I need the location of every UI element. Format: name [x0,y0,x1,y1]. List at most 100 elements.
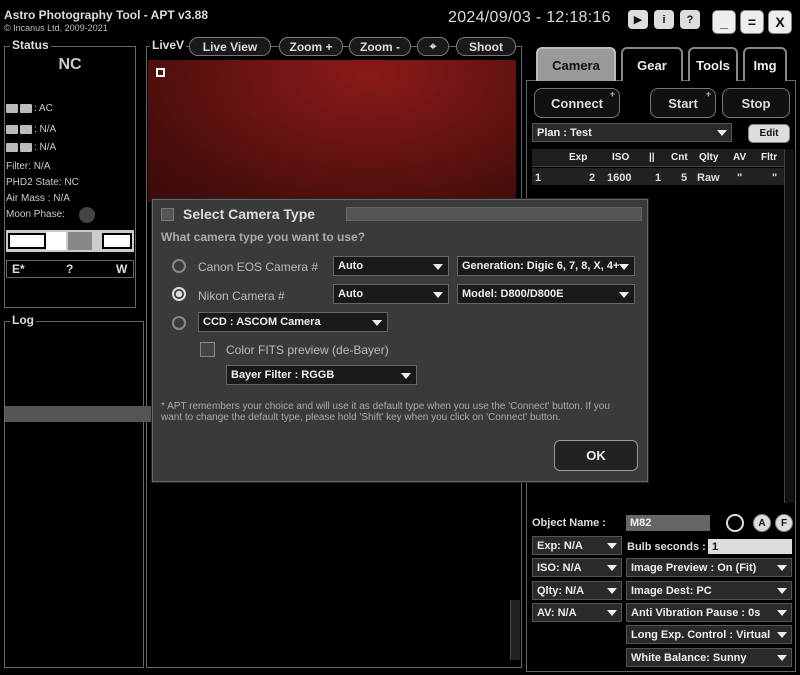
storage-value: : N/A [34,142,57,153]
col-fltr: Fltr [761,152,778,163]
iso-select[interactable]: ISO: N/A [532,558,622,577]
minimize-button[interactable]: _ [712,10,736,34]
chevron-down-icon [777,610,787,616]
plus-icon: + [705,89,711,99]
plan-scrollbar[interactable] [784,149,794,503]
dialog-title: Select Camera Type [183,206,316,222]
dialog-progress-bar [346,207,642,221]
shoot-button[interactable]: Shoot [456,37,516,56]
ok-button[interactable]: OK [554,440,638,471]
nikon-number-value: Auto [338,288,364,300]
dialog-title-checkbox[interactable] [161,208,174,221]
nikon-number-select[interactable]: Auto [333,284,449,304]
zoom-out-button[interactable]: Zoom - [349,37,411,56]
crosshair-icon[interactable]: ⌖ [417,37,449,56]
image-preview-value: Image Preview : On (Fit) [631,561,757,574]
dialog-question: What camera type you want to use? [161,230,366,244]
tab-img[interactable]: Img [743,47,787,81]
long-exp-value: Long Exp. Control : Virtual [631,628,771,641]
chevron-down-icon [619,264,629,270]
info-icon[interactable]: i [654,10,674,29]
connection-status: NC [58,56,82,73]
compass-graphic [6,230,134,252]
row-iso: 1600 [607,172,632,184]
nikon-radio[interactable] [172,287,186,301]
image-preview-select[interactable]: Image Preview : On (Fit) [626,558,792,577]
liveview-scrollbar[interactable] [510,600,520,660]
row-pause: 1 [655,172,662,184]
edit-plan-button[interactable]: Edit [748,124,790,143]
object-name-input[interactable]: M82 [626,515,710,531]
row-qlty: Raw [697,172,720,184]
live-view-button[interactable]: Live View [189,37,271,56]
tab-camera[interactable]: Camera [536,47,616,81]
row-av: " [737,172,743,184]
image-dest-select[interactable]: Image Dest: PC [626,581,792,600]
laptop-icon [6,103,18,113]
image-dest-value: Image Dest: PC [631,584,712,597]
ccd-select[interactable]: CCD : ASCOM Camera [198,312,388,332]
quality-select[interactable]: Qlty: N/A [532,581,622,600]
chevron-down-icon [607,610,617,616]
plan-value: Plan : Test [537,126,592,139]
plug-icon [20,103,32,113]
anti-vibration-select[interactable]: Anti Vibration Pause : 0s [626,603,792,622]
datetime-display: 2024/09/03 - 12:18:16 [448,9,611,26]
dialog-note: * APT remembers your choice and will use… [161,401,610,423]
close-button[interactable]: X [768,10,792,34]
tab-tools[interactable]: Tools [688,47,738,81]
canon-radio[interactable] [172,259,186,273]
camera-battery-status: : N/A [6,124,56,135]
power-value: : AC [34,103,53,114]
nikon-model-select[interactable]: Model: D800/D800E [457,284,635,304]
moon-phase-label: Moon Phase: [6,209,65,220]
nikon-label: Nikon Camera # [198,289,285,303]
help-icon[interactable]: ? [680,10,700,29]
maximize-button[interactable]: = [740,10,764,34]
chevron-down-icon [777,655,787,661]
ccd-radio[interactable] [172,316,186,330]
tab-gear[interactable]: Gear [621,47,683,81]
white-balance-select[interactable]: White Balance: Sunny [626,648,792,667]
compass-west: W [116,262,128,276]
log-panel [4,321,144,668]
plan-select[interactable]: Plan : Test [532,123,732,142]
start-label: Start [668,95,698,111]
compass-east: E* [12,262,25,276]
storage-icon [20,142,32,152]
button-f[interactable]: F [775,514,793,532]
row-cnt: 5 [681,172,688,184]
av-value: AV: N/A [537,606,577,619]
col-cnt: Cnt [671,152,688,163]
canon-number-value: Auto [338,260,364,272]
fits-preview-checkbox[interactable] [200,342,215,357]
live-view-marker[interactable] [156,68,165,77]
canon-generation-value: Generation: Digic 6, 7, 8, X, 4+ [462,260,620,272]
col-av: AV [733,152,747,163]
col-iso: ISO [612,152,630,163]
chevron-down-icon [607,543,617,549]
play-icon[interactable]: ▶ [628,10,648,29]
canon-number-select[interactable]: Auto [333,256,449,276]
zoom-in-button[interactable]: Zoom + [279,37,343,56]
av-select[interactable]: AV: N/A [532,603,622,622]
camera-icon [6,142,18,152]
connect-button[interactable]: Connect + [534,88,620,118]
col-qlty: Qlty [699,152,719,163]
refresh-icon[interactable] [726,514,744,532]
start-button[interactable]: Start + [650,88,716,118]
long-exp-select[interactable]: Long Exp. Control : Virtual [626,625,792,644]
white-balance-value: White Balance: Sunny [631,651,747,664]
stop-button[interactable]: Stop [722,88,790,118]
canon-generation-select[interactable]: Generation: Digic 6, 7, 8, X, 4+ [457,256,635,276]
bayer-filter-select[interactable]: Bayer Filter : RGGB [226,365,417,385]
bulb-seconds-input[interactable]: 1 [708,539,792,554]
nikon-model-value: Model: D800/D800E [462,288,564,300]
camera-battery-value: : N/A [34,124,57,135]
exposure-select[interactable]: Exp: N/A [532,536,622,555]
fits-preview-label: Color FITS preview (de-Bayer) [226,343,389,357]
button-a[interactable]: A [753,514,771,532]
row-fltr: " [772,172,778,184]
chevron-down-icon [717,130,727,136]
bayer-filter-value: Bayer Filter : RGGB [231,369,335,381]
